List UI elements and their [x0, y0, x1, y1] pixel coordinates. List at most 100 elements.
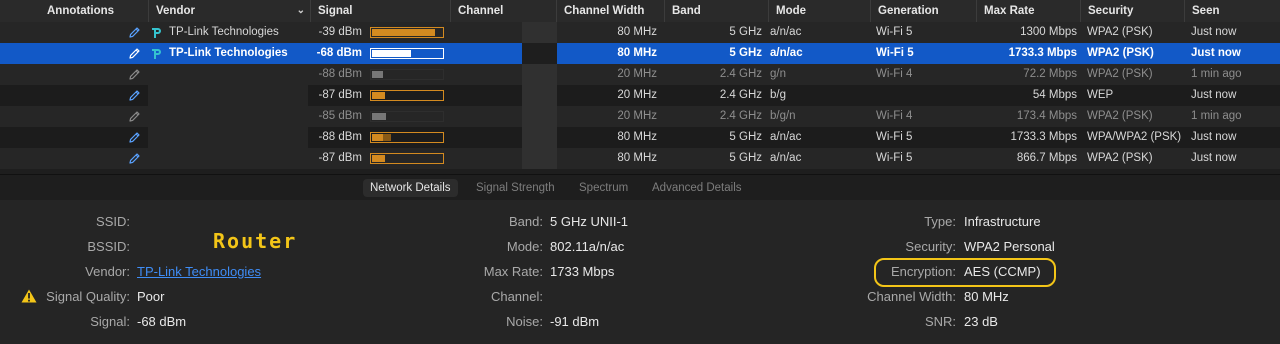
- mode-cell: b/g: [770, 89, 786, 101]
- column-header-generation[interactable]: Generation: [870, 0, 976, 22]
- pencil-icon[interactable]: [128, 47, 141, 60]
- mode-cell: a/n/ac: [770, 152, 802, 164]
- vendor-cell-empty: [148, 148, 308, 169]
- channel-cell: [522, 148, 557, 169]
- column-header-channel[interactable]: Channel: [450, 0, 556, 22]
- max-rate-label: Max Rate:: [483, 264, 543, 279]
- tab-network-details[interactable]: Network Details: [363, 179, 458, 197]
- table-row[interactable]: -87 dBm 80 MHz 5 GHz a/n/ac Wi-Fi 5 866.7 Mbp…: [0, 148, 1280, 169]
- mode-value: 802.11a/n/ac: [550, 239, 625, 254]
- detail-tabs: Network Details Signal Strength Spectrum…: [0, 174, 1280, 201]
- signal-value-cell: -88 dBm: [318, 131, 362, 143]
- band-cell: 5 GHz: [729, 131, 762, 143]
- mode-label: Mode:: [506, 239, 543, 254]
- column-header-signal[interactable]: Signal: [310, 0, 450, 22]
- band-cell: 2.4 GHz: [719, 89, 762, 101]
- pencil-icon[interactable]: [128, 89, 141, 102]
- encryption-value: AES (CCMP): [964, 264, 1041, 279]
- max-rate-cell: 866.7 Mbps: [1016, 152, 1077, 164]
- signal-strength-bar: [370, 27, 444, 38]
- bssid-label: BSSID:: [87, 239, 130, 254]
- wifi-scanner-window: Annotations Vendor ⌄ Signal Channel Chann…: [0, 0, 1280, 344]
- tp-link-logo-icon: [152, 28, 161, 38]
- encryption-label: Encryption:: [890, 264, 956, 279]
- signal-strength-fill: [372, 50, 411, 57]
- tab-advanced-details[interactable]: Advanced Details: [645, 179, 749, 197]
- vendor-link[interactable]: TP-Link Technologies: [137, 264, 261, 279]
- network-table: TP-Link Technologies -39 dBm 80 MHz 5 GHz a/…: [0, 22, 1280, 171]
- seen-cell: Just now: [1191, 26, 1237, 38]
- column-header-security[interactable]: Security: [1080, 0, 1184, 22]
- generation-cell: Wi-Fi 5: [876, 47, 914, 59]
- table-row[interactable]: -88 dBm 20 MHz 2.4 GHz g/n Wi-Fi 4 72.2 Mbps W…: [0, 64, 1280, 85]
- noise-label: Noise:: [506, 314, 543, 329]
- column-header-band[interactable]: Band: [664, 0, 768, 22]
- channel-width-cell: 80 MHz: [617, 26, 657, 38]
- max-rate-cell: 1300 Mbps: [1020, 26, 1077, 38]
- generation-cell: Wi-Fi 5: [876, 26, 913, 38]
- column-header-channel-width[interactable]: Channel Width: [556, 0, 664, 22]
- table-row[interactable]: TP-Link Technologies -39 dBm 80 MHz 5 GHz a/…: [0, 22, 1280, 43]
- band-cell: 5 GHz: [729, 152, 762, 164]
- band-cell: 2.4 GHz: [719, 68, 762, 80]
- tab-signal-strength[interactable]: Signal Strength: [469, 179, 562, 197]
- mode-cell: a/n/ac: [770, 47, 803, 59]
- signal-strength-bar: [370, 153, 444, 164]
- vendor-cell-empty: [148, 85, 308, 106]
- band-value: 5 GHz UNII-1: [550, 214, 629, 229]
- channel-width-cell: 80 MHz: [617, 152, 657, 164]
- generation-cell: Wi-Fi 5: [876, 152, 913, 164]
- security-value: WPA2 Personal: [964, 239, 1055, 254]
- router-annotation: Router: [213, 229, 298, 253]
- snr-value: 23 dB: [964, 314, 998, 329]
- signal-strength-fill: [372, 134, 383, 141]
- signal-strength-bar: [370, 111, 444, 122]
- type-value: Infrastructure: [964, 214, 1041, 229]
- security-cell: WPA2 (PSK): [1087, 110, 1153, 122]
- column-header-annotations[interactable]: Annotations: [40, 0, 148, 22]
- column-header-mode[interactable]: Mode: [768, 0, 870, 22]
- pencil-icon[interactable]: [128, 68, 141, 81]
- channel-width-cell: 80 MHz: [617, 47, 657, 59]
- channel-width-label: Channel Width:: [867, 289, 956, 304]
- tab-spectrum[interactable]: Spectrum: [572, 179, 635, 197]
- seen-cell: Just now: [1191, 152, 1237, 164]
- security-cell: WPA2 (PSK): [1087, 68, 1153, 80]
- signal-label: Signal:: [90, 314, 130, 329]
- snr-label: SNR:: [924, 314, 956, 329]
- signal-strength-fill: [372, 155, 385, 162]
- column-header-vendor[interactable]: Vendor ⌄: [148, 0, 310, 22]
- column-header-seen[interactable]: Seen: [1184, 0, 1280, 22]
- channel-cell: [522, 64, 557, 85]
- channel-cell: [522, 43, 557, 64]
- channel-cell: [522, 106, 557, 127]
- warning-icon: [21, 289, 37, 303]
- column-header-max-rate[interactable]: Max Rate: [976, 0, 1080, 22]
- security-cell: WPA/WPA2 (PSK): [1087, 131, 1182, 143]
- signal-strength-fill: [372, 113, 386, 120]
- band-cell: 2.4 GHz: [719, 110, 762, 122]
- mode-cell: a/n/ac: [770, 26, 802, 38]
- generation-cell: Wi-Fi 4: [876, 68, 913, 80]
- table-row[interactable]: -88 dBm 80 MHz 5 GHz a/n/ac Wi-Fi 5 1733.3 Mb…: [0, 127, 1280, 148]
- band-label: Band:: [509, 214, 543, 229]
- signal-strength-bar: [370, 132, 444, 143]
- signal-quality-label: Signal Quality:: [46, 289, 130, 304]
- tp-link-logo-icon: [152, 49, 161, 59]
- signal-value-cell: -88 dBm: [318, 68, 362, 80]
- column-header-vendor-label: Vendor: [156, 5, 195, 17]
- table-row[interactable]: -85 dBm 20 MHz 2.4 GHz b/g/n Wi-Fi 4 173.4 Mb…: [0, 106, 1280, 127]
- pencil-icon[interactable]: [128, 131, 141, 144]
- table-row[interactable]: -87 dBm 20 MHz 2.4 GHz b/g 54 Mbps WEP Just no…: [0, 85, 1280, 106]
- table-row[interactable]: TP-Link Technologies -68 dBm 80 MHz 5 GHz a/…: [0, 43, 1280, 64]
- signal-strength-fill: [372, 71, 383, 78]
- chevron-down-icon: ⌄: [296, 5, 305, 16]
- max-rate-cell: 173.4 Mbps: [1016, 110, 1077, 122]
- max-rate-cell: 1733.3 Mbps: [1008, 47, 1077, 59]
- pencil-icon[interactable]: [128, 152, 141, 165]
- channel-cell: [522, 85, 557, 106]
- pencil-icon[interactable]: [128, 110, 141, 123]
- vendor-cell-empty: [148, 127, 308, 148]
- max-rate-cell: 72.2 Mbps: [1023, 68, 1077, 80]
- pencil-icon[interactable]: [128, 26, 141, 39]
